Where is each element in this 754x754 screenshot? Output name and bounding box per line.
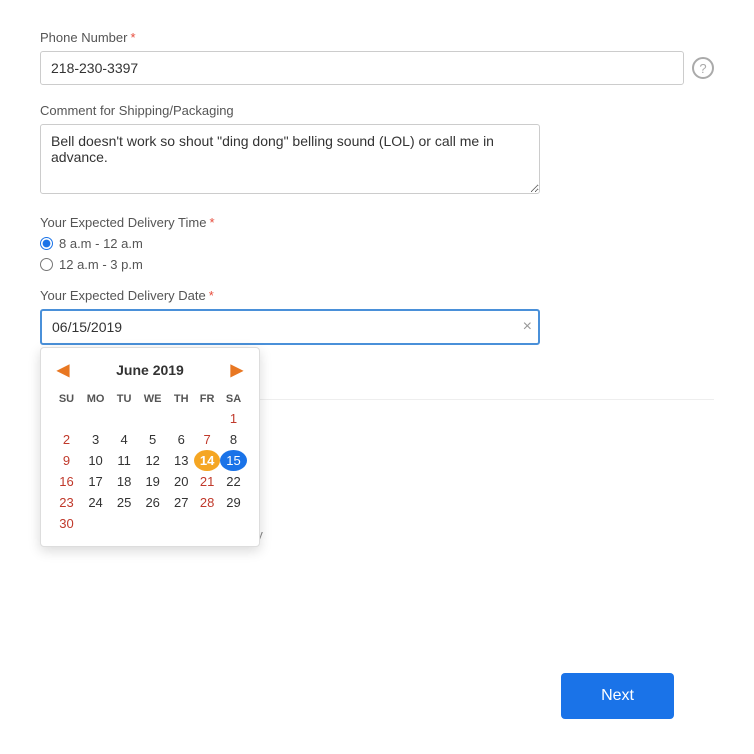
cal-day-28[interactable]: 28 [194,492,220,513]
cal-day-15-selected[interactable]: 15 [220,450,247,471]
cal-day-7[interactable]: 7 [194,429,220,450]
cal-day-12[interactable]: 12 [137,450,168,471]
cal-empty [194,513,220,534]
date-input-wrapper: × [40,309,540,345]
cal-day-10[interactable]: 10 [80,450,111,471]
date-input[interactable] [40,309,540,345]
cal-empty [111,513,137,534]
cal-empty [137,513,168,534]
cal-day-6[interactable]: 6 [168,429,194,450]
cal-day-4[interactable]: 4 [111,429,137,450]
required-indicator3: * [209,288,214,303]
table-row: 23 24 25 26 27 28 29 [53,492,247,513]
cal-day-17[interactable]: 17 [80,471,111,492]
cal-empty [220,513,247,534]
cal-empty [80,408,111,429]
cal-day-24[interactable]: 24 [80,492,111,513]
cal-empty [80,513,111,534]
radio-input-time2[interactable] [40,258,53,271]
cal-day-25[interactable]: 25 [111,492,137,513]
phone-field-section: Phone Number* ? [40,30,714,85]
cal-day-1[interactable]: 1 [220,408,247,429]
weekday-su: SU [53,390,80,408]
comment-label: Comment for Shipping/Packaging [40,103,714,118]
radio-label-time1: 8 a.m - 12 a.m [59,236,143,251]
next-button[interactable]: Next [561,673,674,719]
weekday-we: WE [137,390,168,408]
cal-day-20[interactable]: 20 [168,471,194,492]
cal-day-5[interactable]: 5 [137,429,168,450]
cal-day-27[interactable]: 27 [168,492,194,513]
calendar-popup: ◀ June 2019 ▶ SU MO TU WE TH FR SA [40,347,260,547]
cal-day-3[interactable]: 3 [80,429,111,450]
cal-empty [168,408,194,429]
cal-day-16[interactable]: 16 [53,471,80,492]
cal-empty [111,408,137,429]
cal-day-14-today[interactable]: 14 [194,450,220,471]
table-row: 1 [53,408,247,429]
weekday-sa: SA [220,390,247,408]
cal-day-22[interactable]: 22 [220,471,247,492]
cal-day-29[interactable]: 29 [220,492,247,513]
calendar-grid: SU MO TU WE TH FR SA 1 [53,390,247,534]
calendar-next-button[interactable]: ▶ [227,360,247,380]
calendar-title: June 2019 [116,362,184,378]
cal-day-23[interactable]: 23 [53,492,80,513]
cal-day-21[interactable]: 21 [194,471,220,492]
cal-day-9[interactable]: 9 [53,450,80,471]
cal-empty [137,408,168,429]
table-row: 16 17 18 19 20 21 22 [53,471,247,492]
phone-row: ? [40,51,714,85]
delivery-date-label: Your Expected Delivery Date* [40,288,714,303]
cal-empty [53,408,80,429]
radio-label-time2: 12 a.m - 3 p.m [59,257,143,272]
table-row: 9 10 11 12 13 14 15 [53,450,247,471]
comment-section: Comment for Shipping/Packaging Bell does… [40,103,714,197]
phone-input[interactable] [40,51,684,85]
cal-day-26[interactable]: 26 [137,492,168,513]
weekday-fr: FR [194,390,220,408]
cal-day-30[interactable]: 30 [53,513,80,534]
table-row: 30 [53,513,247,534]
help-icon[interactable]: ? [692,57,714,79]
cal-day-19[interactable]: 19 [137,471,168,492]
radio-input-time1[interactable] [40,237,53,250]
cal-day-2[interactable]: 2 [53,429,80,450]
cal-day-18[interactable]: 18 [111,471,137,492]
cal-day-8[interactable]: 8 [220,429,247,450]
delivery-time-section: Your Expected Delivery Time* 8 a.m - 12 … [40,215,714,272]
weekday-th: TH [168,390,194,408]
clear-date-button[interactable]: × [523,319,532,335]
phone-label: Phone Number* [40,30,714,45]
cal-day-13[interactable]: 13 [168,450,194,471]
weekday-mo: MO [80,390,111,408]
delivery-date-section: Your Expected Delivery Date* × ◀ June 20… [40,288,714,345]
cal-day-11[interactable]: 11 [111,450,137,471]
required-indicator: * [130,30,135,45]
table-row: 2 3 4 5 6 7 8 [53,429,247,450]
comment-textarea[interactable]: Bell doesn't work so shout "ding dong" b… [40,124,540,194]
required-indicator2: * [209,215,214,230]
radio-option-2[interactable]: 12 a.m - 3 p.m [40,257,714,272]
calendar-header: ◀ June 2019 ▶ [53,360,247,380]
delivery-time-label: Your Expected Delivery Time* [40,215,714,230]
calendar-prev-button[interactable]: ◀ [53,360,73,380]
radio-option-1[interactable]: 8 a.m - 12 a.m [40,236,714,251]
cal-empty [194,408,220,429]
cal-empty [168,513,194,534]
weekday-tu: TU [111,390,137,408]
